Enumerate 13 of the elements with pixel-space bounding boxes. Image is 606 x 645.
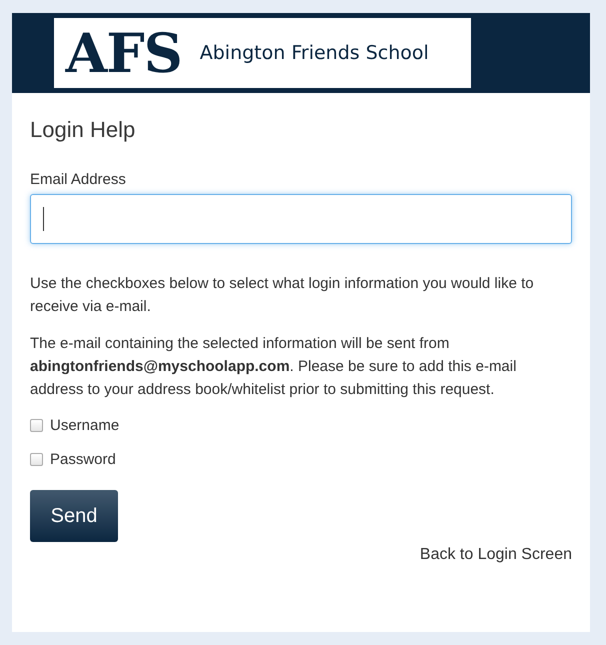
instruction-text: Use the checkboxes below to select what login information you would like to receive via e-mail. [30,274,535,317]
logo-mark: AFS [66,26,182,80]
checkbox-label: Password [50,451,116,468]
checkbox[interactable] [30,453,43,466]
school-name: Abington Friends School [200,42,429,64]
page-title: Login Help [30,117,136,143]
email-input-field[interactable] [30,194,572,244]
checkbox-label: Username [50,417,120,434]
email-label: Email Address [30,171,127,188]
send-button[interactable]: Send [30,490,118,542]
checkbox[interactable] [30,419,43,432]
back-link[interactable]: Back to Login Screen [420,546,572,564]
instruction-text: The e-mail containing the selected information will be sent from abingtonfriends@myschoolapp.com. Please be sure to add this e-mail address to your address book/whitelist prior to submitting this request. [30,334,518,400]
